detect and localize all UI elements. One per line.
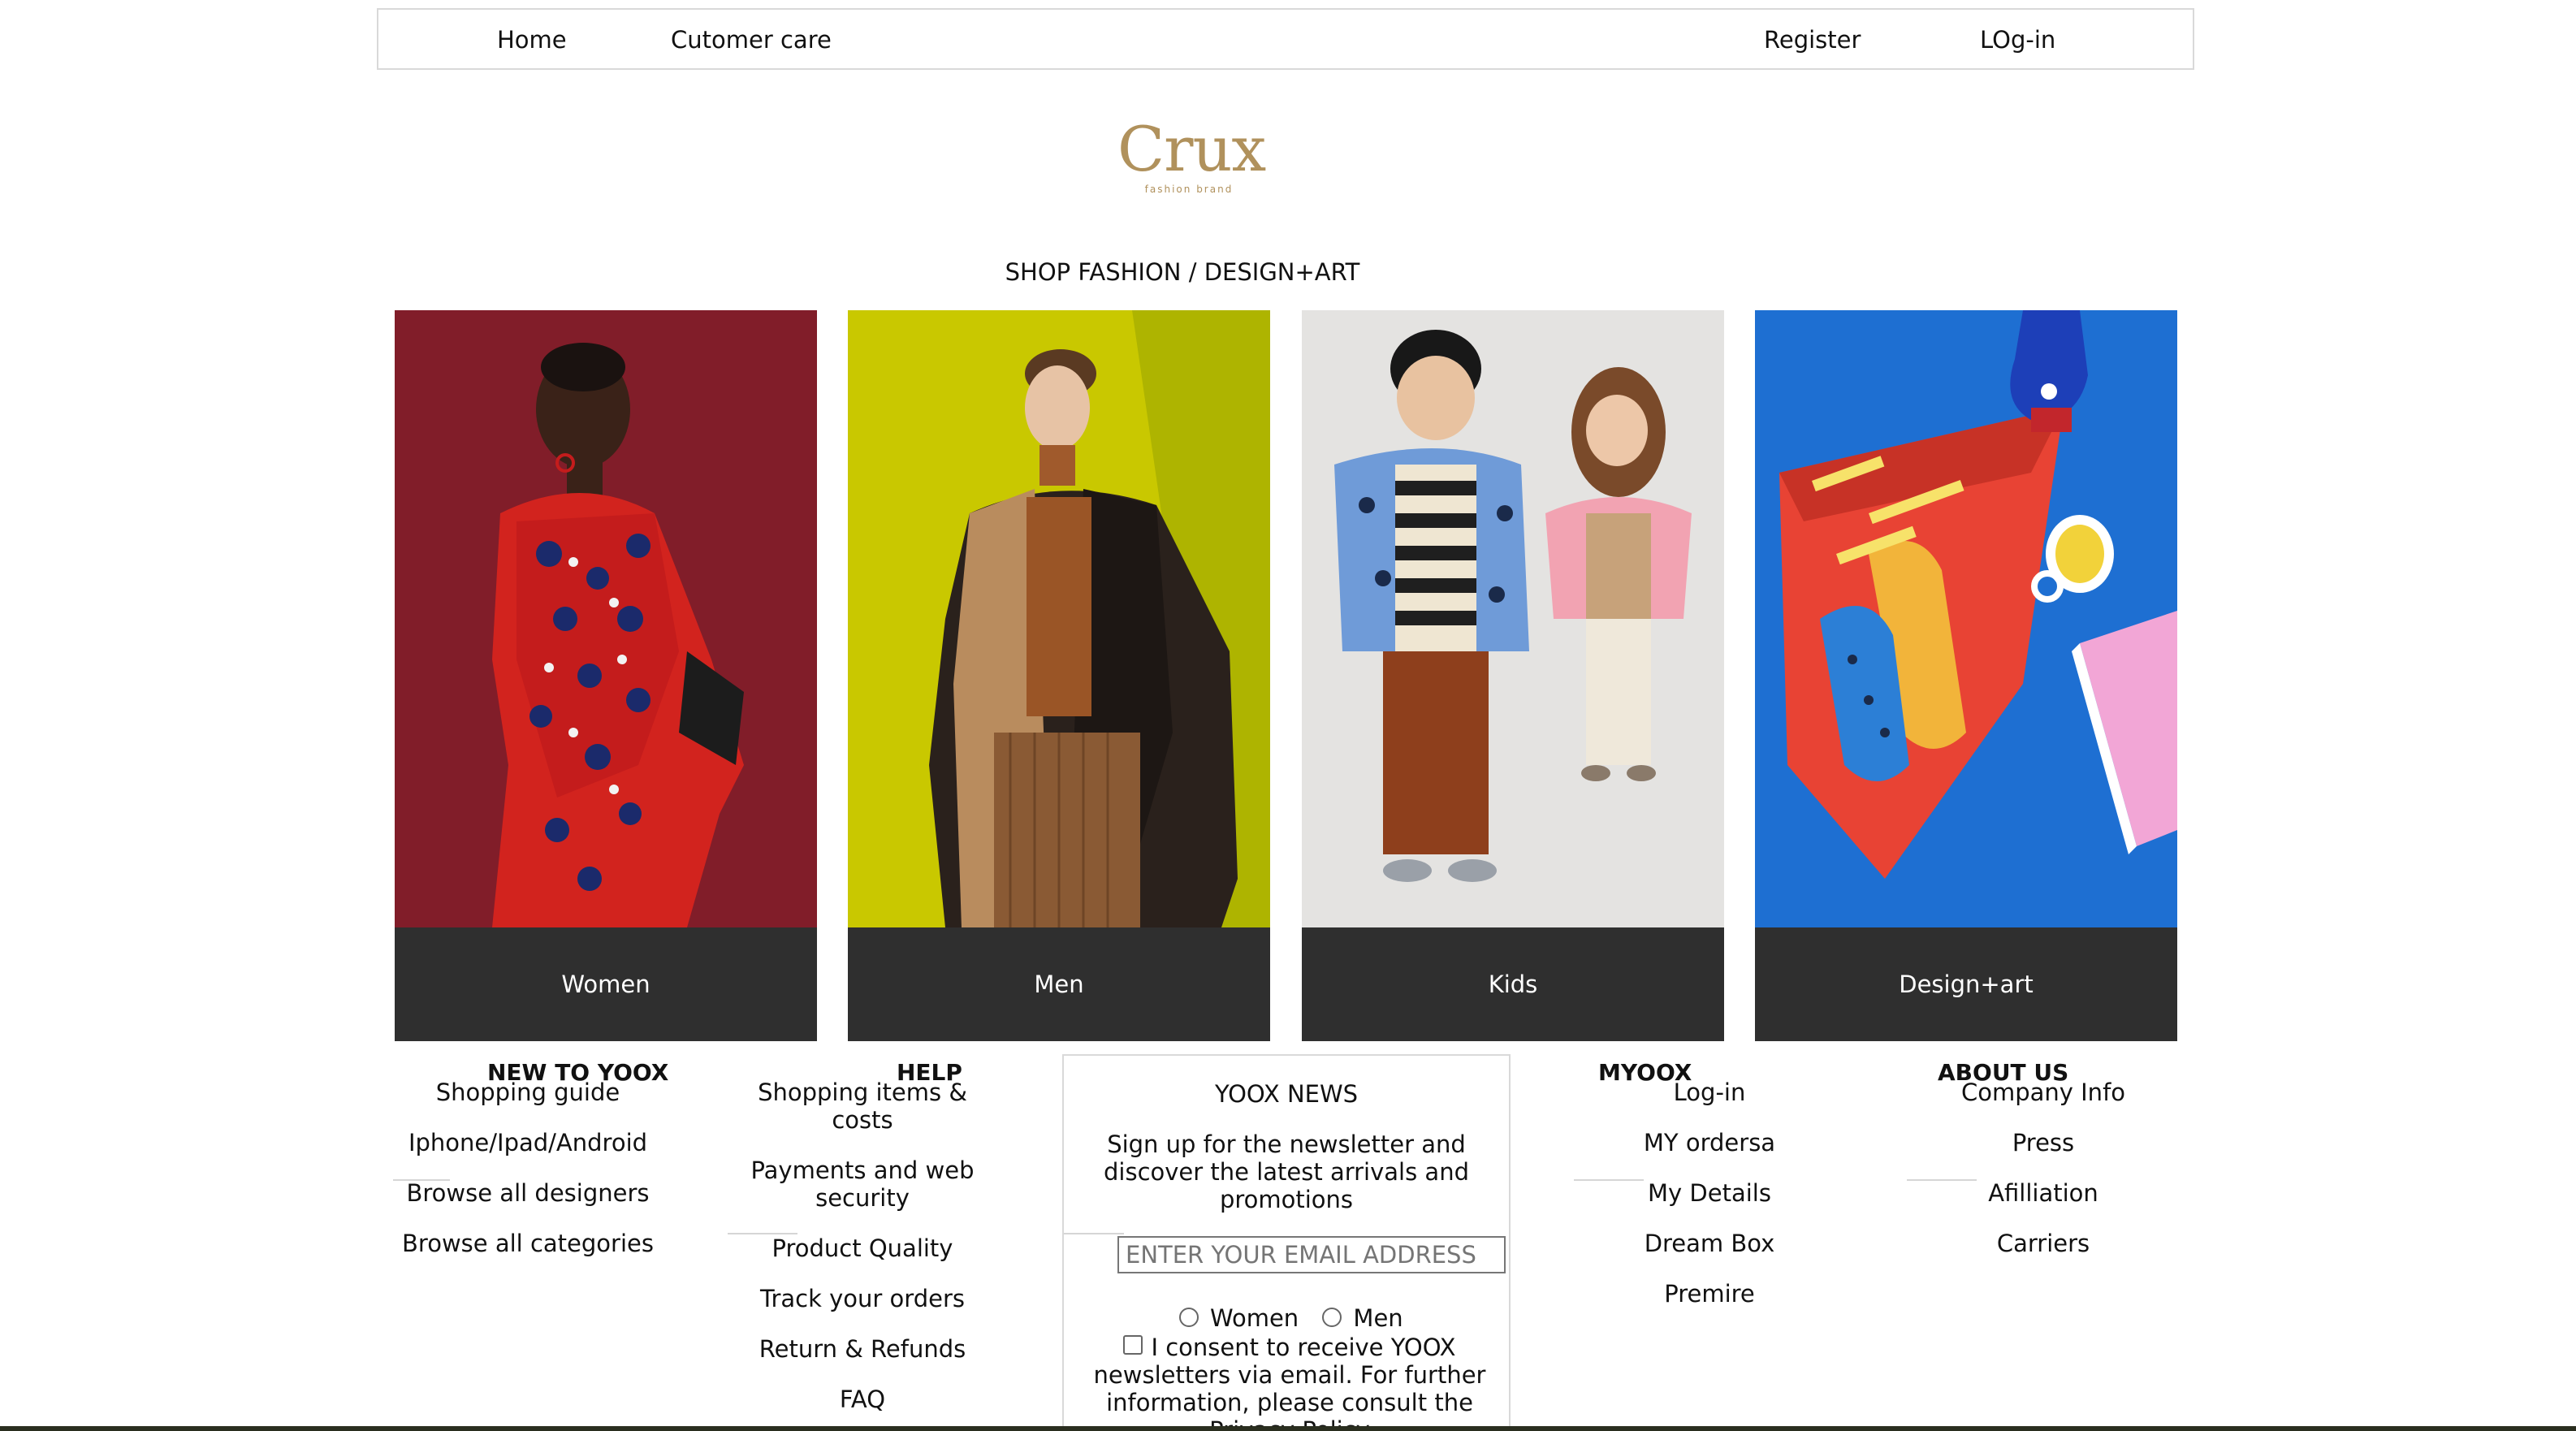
link-my-orders[interactable]: MY ordersa bbox=[1575, 1129, 1843, 1156]
window-bottom-edge bbox=[0, 1426, 2576, 1431]
footer-col-about-us: ABOUT US Company Info Press Afilliation … bbox=[1913, 1056, 2173, 1267]
link-browse-categories[interactable]: Browse all categories bbox=[390, 1230, 666, 1257]
link-press[interactable]: Press bbox=[1913, 1129, 2173, 1156]
radio-men-label: Men bbox=[1353, 1304, 1403, 1332]
footer-col-help: HELP Shopping items & costs Payments and… bbox=[724, 1056, 1001, 1429]
design-art-image bbox=[1755, 310, 2177, 927]
link-return-refunds[interactable]: Return & Refunds bbox=[724, 1335, 1001, 1363]
link-dream-box[interactable]: Dream Box bbox=[1575, 1230, 1843, 1257]
category-card-women[interactable]: Women bbox=[395, 310, 817, 1041]
newsletter-title: YOOX NEWS bbox=[1214, 1080, 1359, 1108]
newsletter-panel: YOOX NEWS Sign up for the newsletter and… bbox=[1062, 1054, 1511, 1431]
nav-home-link[interactable]: Home bbox=[497, 26, 567, 54]
link-premire[interactable]: Premire bbox=[1575, 1280, 1843, 1308]
gender-radio-group: Women Men bbox=[1179, 1304, 1403, 1332]
shop-section-title: SHOP FASHION / DESIGN+ART bbox=[1005, 258, 1360, 286]
nav-customer-care-link[interactable]: Cutomer care bbox=[671, 26, 832, 54]
category-card-men[interactable]: Men bbox=[848, 310, 1270, 1041]
link-payments-security[interactable]: Payments and web security bbox=[724, 1156, 1001, 1212]
link-shopping-items-costs[interactable]: Shopping items & costs bbox=[724, 1079, 1001, 1134]
divider bbox=[728, 1233, 797, 1234]
category-card-design-art[interactable]: Design+art bbox=[1755, 310, 2177, 1041]
divider bbox=[393, 1179, 450, 1181]
divider bbox=[1907, 1179, 1977, 1181]
radio-women-label: Women bbox=[1210, 1304, 1299, 1332]
consent-text: I consent to receive YOOX newsletters vi… bbox=[1093, 1334, 1486, 1431]
logo-tagline: fashion brand bbox=[1144, 184, 1234, 195]
radio-women[interactable] bbox=[1179, 1308, 1199, 1327]
category-label-design-art[interactable]: Design+art bbox=[1755, 927, 2177, 1041]
top-navigation: Home Cutomer care Register LOg-in bbox=[377, 8, 2194, 70]
link-carriers[interactable]: Carriers bbox=[1913, 1230, 2173, 1257]
link-affiliation[interactable]: Afilliation bbox=[1913, 1179, 2173, 1207]
women-model-image bbox=[395, 310, 817, 927]
kids-photo[interactable] bbox=[1302, 310, 1724, 927]
radio-men[interactable] bbox=[1322, 1308, 1342, 1327]
men-photo[interactable] bbox=[848, 310, 1270, 927]
link-my-details[interactable]: My Details bbox=[1575, 1179, 1843, 1207]
men-model-image bbox=[848, 310, 1270, 927]
nav-register-link[interactable]: Register bbox=[1764, 26, 1861, 54]
consent-row: I consent to receive YOOX newsletters vi… bbox=[1087, 1334, 1493, 1431]
newsletter-email-input[interactable] bbox=[1117, 1236, 1506, 1273]
category-card-kids[interactable]: Kids bbox=[1302, 310, 1724, 1041]
consent-checkbox[interactable] bbox=[1123, 1335, 1143, 1355]
brand-logo[interactable]: Crux fashion brand bbox=[1117, 113, 1266, 197]
category-label-women[interactable]: Women bbox=[395, 927, 817, 1041]
design-art-photo[interactable] bbox=[1755, 310, 2177, 927]
link-product-quality[interactable]: Product Quality bbox=[724, 1234, 1001, 1262]
category-label-kids[interactable]: Kids bbox=[1302, 927, 1724, 1041]
footer-col-myoox: MYOOX Log-in MY ordersa My Details Dream… bbox=[1575, 1056, 1843, 1316]
link-shopping-guide[interactable]: Shopping guide bbox=[390, 1079, 666, 1106]
nav-login-link[interactable]: LOg-in bbox=[1980, 26, 2055, 54]
newsletter-description: Sign up for the newsletter and discover … bbox=[1104, 1131, 1469, 1213]
link-iphone-ipad-android[interactable]: Iphone/Ipad/Android bbox=[390, 1129, 666, 1156]
link-track-orders[interactable]: Track your orders bbox=[724, 1285, 1001, 1312]
divider bbox=[1574, 1179, 1644, 1181]
women-photo[interactable] bbox=[395, 310, 817, 927]
link-myoox-login[interactable]: Log-in bbox=[1575, 1079, 1843, 1106]
kids-models-image bbox=[1302, 310, 1724, 927]
logo-wordmark: Crux bbox=[1117, 113, 1266, 185]
link-browse-designers[interactable]: Browse all designers bbox=[390, 1179, 666, 1207]
link-company-info[interactable]: Company Info bbox=[1913, 1079, 2173, 1106]
footer-col-new-to-yoox: NEW TO YOOX Shopping guide Iphone/Ipad/A… bbox=[390, 1056, 668, 1299]
link-faq[interactable]: FAQ bbox=[724, 1386, 1001, 1413]
category-label-men[interactable]: Men bbox=[848, 927, 1270, 1041]
